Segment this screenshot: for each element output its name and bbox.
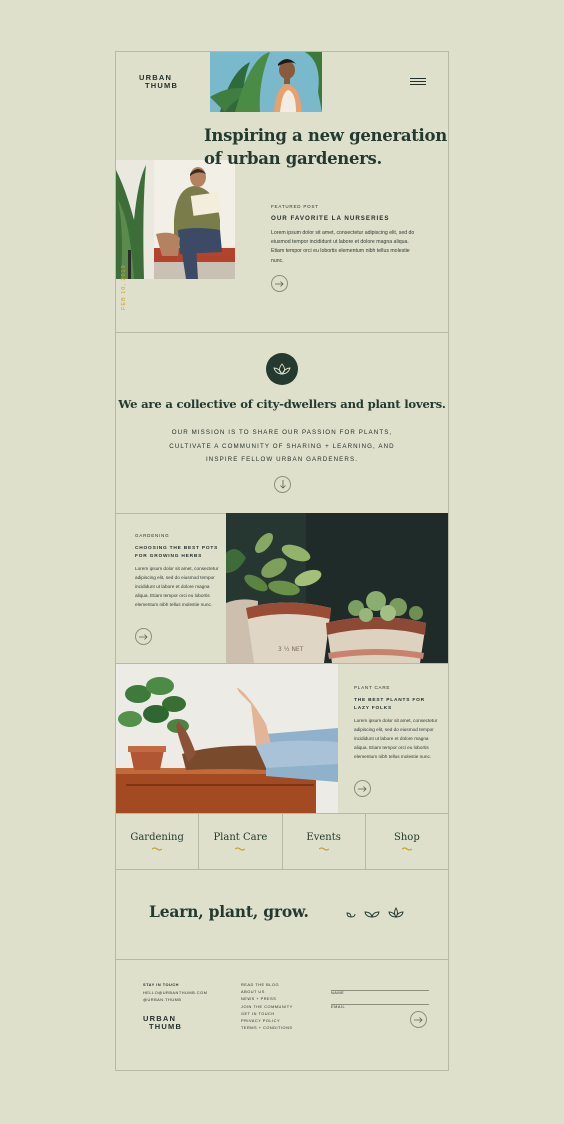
category-plant-care-label: Plant Care: [213, 832, 268, 843]
arrow-right-icon: [358, 785, 367, 792]
featured-arrow-button[interactable]: [271, 275, 288, 292]
category-events-label: Events: [306, 832, 341, 843]
plantcare-title-line-2: LAZY FOLKS: [354, 706, 393, 711]
plantcare-body: Lorem ipsum dolor sit amet, consectetur …: [354, 718, 438, 760]
category-events[interactable]: Events: [283, 814, 366, 869]
page-frame: URBAN THUMB Inspiring a new generation o…: [115, 51, 449, 1071]
footer-email-link[interactable]: HELLO@URBANTHUMB.COM: [143, 989, 207, 997]
gardening-kicker: GARDENING: [135, 533, 170, 538]
hero-date-label: FEB 10, 2019: [121, 264, 127, 310]
category-gardening[interactable]: Gardening: [116, 814, 200, 869]
menu-icon[interactable]: [410, 78, 426, 85]
mission-headline: We are a collective of city-dwellers and…: [118, 397, 446, 411]
arrow-right-icon: [139, 633, 148, 640]
category-nav: Gardening Plant Care Events Shop: [116, 814, 448, 869]
email-field[interactable]: EMAIL: [331, 991, 429, 1009]
sprout-large-icon: [388, 907, 404, 918]
divider-categories: [116, 869, 448, 870]
plantcare-title-line-1: THE BEST PLANTS FOR: [354, 698, 425, 703]
footer-link-about[interactable]: ABOUT US: [241, 988, 293, 995]
hero-image-woman: [210, 52, 322, 112]
squiggle-icon: [235, 847, 246, 851]
gardening-title[interactable]: CHOOSING THE BEST POTS FOR GROWING HERBS: [135, 545, 218, 561]
tagline: Learn, plant, grow.: [149, 902, 309, 921]
newsletter-form: NAME EMAIL: [331, 981, 429, 1009]
footer-link-privacy[interactable]: PRIVACY POLICY: [241, 1017, 293, 1024]
divider-hero: [116, 332, 448, 333]
mission-scroll-button[interactable]: [274, 476, 291, 493]
footer-contact: STAY IN TOUCH HELLO@URBANTHUMB.COM @URBA…: [143, 981, 207, 1004]
logo-line-2: THUMB: [145, 81, 179, 90]
footer-links: READ THE BLOG ABOUT US NEWS + PRESS JOIN…: [241, 981, 293, 1031]
featured-kicker: FEATURED POST: [271, 204, 319, 209]
arrow-right-icon: [275, 280, 284, 287]
logo[interactable]: URBAN THUMB: [139, 74, 178, 90]
mission-line-1: OUR MISSION IS TO SHARE OUR PASSION FOR …: [171, 429, 393, 436]
sprout-medium-icon: [364, 911, 380, 918]
footer-link-news[interactable]: NEWS + PRESS: [241, 995, 293, 1002]
squiggle-icon: [152, 847, 163, 851]
gardening-body: Lorem ipsum dolor sit amet, consectetur …: [135, 566, 219, 608]
featured-image-man-reading: [116, 160, 235, 279]
category-plant-care[interactable]: Plant Care: [199, 814, 283, 869]
featured-title[interactable]: OUR FAVORITE LA NURSERIES: [271, 215, 390, 222]
svg-text:3 ½ NET: 3 ½ NET: [278, 646, 304, 653]
footer-link-terms[interactable]: TERMS + CONDITIONS: [241, 1024, 293, 1031]
gardening-title-line-2: FOR GROWING HERBS: [135, 554, 203, 559]
plantcare-title[interactable]: THE BEST PLANTS FOR LAZY FOLKS: [354, 697, 425, 713]
category-gardening-label: Gardening: [130, 832, 184, 843]
sprout-small-icon: [346, 912, 356, 918]
footer-logo-line-2: THUMB: [149, 1022, 183, 1031]
squiggle-icon: [318, 847, 329, 851]
footer-logo[interactable]: URBAN THUMB: [143, 1015, 182, 1031]
hero-headline: Inspiring a new generation of urban gard…: [204, 124, 447, 170]
squiggle-icon: [401, 847, 412, 851]
plantcare-arrow-button[interactable]: [354, 780, 371, 797]
arrow-down-icon: [279, 480, 286, 489]
mission-text: OUR MISSION IS TO SHARE OUR PASSION FOR …: [116, 426, 448, 467]
feet-image: [116, 664, 338, 813]
mission-line-3: INSPIRE FELLOW URBAN GARDENERS.: [205, 456, 359, 463]
hero-headline-line-2: of urban gardeners.: [204, 149, 382, 168]
gardening-arrow-button[interactable]: [135, 628, 152, 645]
featured-body: Lorem ipsum dolor sit amet, consectetur …: [271, 230, 415, 264]
newsletter-submit-button[interactable]: [410, 1011, 427, 1028]
category-shop-label: Shop: [394, 832, 420, 843]
footer-link-community[interactable]: JOIN THE COMMUNITY: [241, 1003, 293, 1010]
email-field-label: EMAIL: [331, 1004, 346, 1009]
plantcare-kicker: PLANT CARE: [354, 685, 391, 690]
pots-image: 3 ½ NET: [226, 513, 448, 663]
footer-link-contact[interactable]: GET IN TOUCH: [241, 1010, 293, 1017]
name-field[interactable]: NAME: [331, 981, 429, 995]
hero-headline-line-1: Inspiring a new generation: [204, 126, 447, 145]
footer-contact-heading: STAY IN TOUCH: [143, 982, 179, 987]
growth-icons: [346, 907, 404, 918]
footer-social-link[interactable]: @URBAN.THUMB: [143, 996, 207, 1004]
gardening-title-line-1: CHOOSING THE BEST POTS: [135, 546, 219, 551]
lotus-leaf-icon: [273, 363, 291, 375]
footer-link-blog[interactable]: READ THE BLOG: [241, 981, 293, 988]
category-shop[interactable]: Shop: [366, 814, 448, 869]
divider-tagline: [116, 959, 448, 960]
mission-line-2: CULTIVATE A COMMUNITY OF SHARING + LEARN…: [169, 442, 395, 450]
arrow-right-icon: [414, 1016, 423, 1023]
leaf-badge: [266, 353, 298, 385]
